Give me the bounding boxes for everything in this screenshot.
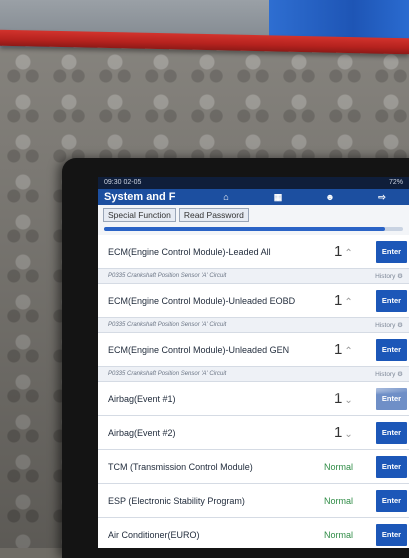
history-link[interactable]: History ⚙ [375,370,403,378]
exit-icon[interactable]: ⇨ [356,192,408,203]
chevron-down-icon: ⌄ [344,395,353,406]
dtc-description: P0335 Crankshaft Position Sensor 'A' Cir… [108,371,227,377]
history-link[interactable]: History ⚙ [375,321,403,329]
system-row: ECM(Engine Control Module)-Leaded All 1 ⌃… [98,235,409,269]
tablet-screen: 09:30 02-05 72% System and F ⌂ ▦ ☻ ⇨ Spe… [98,177,409,548]
fault-count[interactable]: 1 ⌃ [334,341,376,358]
system-row: ECM(Engine Control Module)-Unleaded GEN … [98,333,409,367]
system-name: Air Conditioner(EURO) [108,529,200,540]
system-name: ESP (Electronic Stability Program) [108,495,245,506]
home-icon[interactable]: ⌂ [200,192,252,202]
fault-count[interactable]: 1 ⌄ [334,424,376,441]
enter-button[interactable]: Enter [376,523,407,546]
screen-glare [220,382,409,396]
dtc-row: P0335 Crankshaft Position Sensor 'A' Cir… [98,269,409,284]
system-status: Normal [324,495,354,506]
app-header: System and F ⌂ ▦ ☻ ⇨ [98,189,409,205]
system-name: ECM(Engine Control Module)-Unleaded EOBD [108,295,296,306]
system-name: Airbag(Event #2) [108,427,176,438]
dtc-description: P0335 Crankshaft Position Sensor 'A' Cir… [108,273,227,279]
system-row: ESP (Electronic Stability Program) Norma… [98,484,409,518]
battery-level: 72% [388,179,403,186]
enter-button[interactable]: Enter [376,455,407,478]
page-title: System and F [104,191,176,203]
system-name: TCM (Transmission Control Module) [108,461,253,472]
system-row: Air Conditioner(EURO) Normal Enter [98,518,409,548]
system-status: Normal [324,461,354,472]
fault-count[interactable]: 1 ⌃ [334,243,376,260]
dtc-description: P0335 Crankshaft Position Sensor 'A' Cir… [108,322,227,328]
enter-button[interactable]: Enter [376,338,407,361]
chevron-up-icon: ⌃ [344,248,353,259]
enter-button[interactable]: Enter [376,240,407,263]
tab-read-password[interactable]: Read Password [178,208,249,222]
tab-special-function[interactable]: Special Function [103,208,176,222]
chevron-up-icon: ⌃ [344,297,353,308]
user-icon[interactable]: ☻ [304,192,356,202]
enter-button[interactable]: Enter [376,489,407,512]
enter-button[interactable]: Enter [376,289,407,312]
system-name: ECM(Engine Control Module)-Unleaded GEN [108,344,290,355]
dtc-row: P0335 Crankshaft Position Sensor 'A' Cir… [98,367,409,382]
report-icon[interactable]: ▦ [252,192,304,203]
system-name: ECM(Engine Control Module)-Leaded All [108,246,271,257]
function-tabs: Special Function Read Password [98,205,409,225]
chevron-down-icon: ⌄ [344,429,353,440]
system-row: TCM (Transmission Control Module) Normal… [98,450,409,484]
system-row: ECM(Engine Control Module)-Unleaded EOBD… [98,284,409,318]
dtc-row: P0335 Crankshaft Position Sensor 'A' Cir… [98,318,409,333]
scan-progress-fill [104,227,386,231]
system-status: Normal [324,529,354,540]
scan-progress-bar [104,227,403,231]
system-row: Airbag(Event #2) 1 ⌄ Enter [98,416,409,450]
history-link[interactable]: History ⚙ [375,272,403,280]
fault-count[interactable]: 1 ⌃ [334,292,376,309]
chevron-up-icon: ⌃ [344,346,353,357]
enter-button[interactable]: Enter [376,421,407,444]
status-bar: 09:30 02-05 72% [98,177,409,189]
status-time: 09:30 02-05 [104,179,142,186]
